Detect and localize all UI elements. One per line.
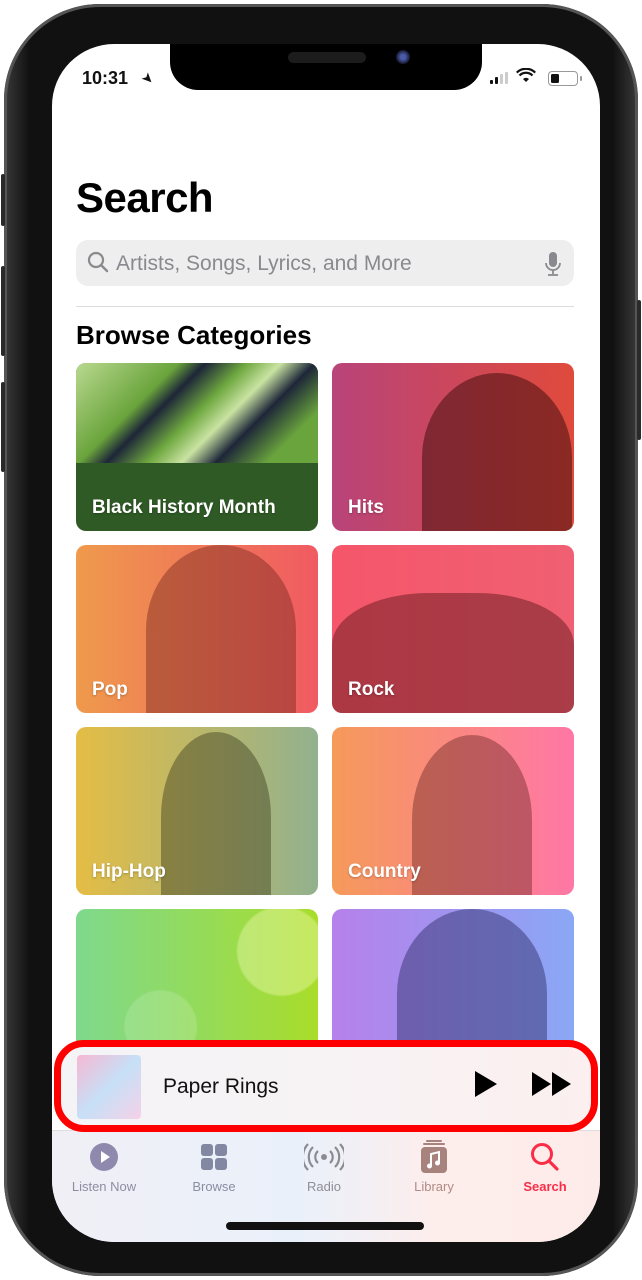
search-icon: [495, 1139, 595, 1175]
play-circle-icon: [54, 1139, 154, 1175]
tab-library[interactable]: Library: [384, 1139, 484, 1194]
category-label: Black History Month: [92, 497, 276, 518]
search-field[interactable]: [76, 240, 574, 288]
category-tile-pop[interactable]: Pop: [76, 545, 318, 713]
home-indicator[interactable]: [226, 1222, 424, 1230]
page-title: Search: [76, 174, 214, 221]
section-title: Browse Categories: [76, 320, 312, 350]
front-camera: [396, 50, 410, 64]
album-artwork: [77, 1055, 141, 1119]
grid-icon: [164, 1139, 264, 1175]
tab-label: Browse: [192, 1179, 236, 1194]
tab-radio[interactable]: Radio: [274, 1139, 374, 1194]
category-label: Rock: [348, 679, 395, 700]
earpiece-speaker: [288, 52, 366, 63]
category-tile-rock[interactable]: Rock: [332, 545, 574, 713]
now-playing-title: Paper Rings: [163, 1075, 279, 1098]
category-tile-hits[interactable]: Hits: [332, 363, 574, 531]
tab-listen-now[interactable]: Listen Now: [54, 1139, 154, 1194]
category-label: Hits: [348, 497, 384, 518]
microphone-icon[interactable]: [544, 251, 562, 282]
tab-label: Listen Now: [71, 1179, 137, 1194]
phone-frame: 10:31 ➤ Search Browse Categorie: [1, 4, 641, 1276]
category-tile-black-history-month[interactable]: Black History Month: [76, 363, 318, 531]
power-button: [637, 300, 641, 440]
cellular-signal-icon: [490, 72, 508, 84]
battery-icon: [548, 71, 582, 86]
category-artwork: [76, 363, 318, 463]
screen: 10:31 ➤ Search Browse Categorie: [52, 44, 600, 1242]
tab-label: Radio: [307, 1179, 341, 1194]
category-label: Country: [348, 861, 421, 882]
search-input[interactable]: [114, 240, 538, 288]
magnifying-glass-icon: [86, 250, 110, 279]
mute-switch: [1, 174, 5, 226]
tab-label: Library: [414, 1179, 454, 1194]
location-arrow-icon: ➤: [138, 68, 159, 88]
category-artwork: [412, 735, 532, 895]
volume-up-button: [1, 266, 5, 356]
category-tile-hip-hop[interactable]: Hip-Hop: [76, 727, 318, 895]
category-tile-country[interactable]: Country: [332, 727, 574, 895]
tab-search[interactable]: Search: [495, 1139, 595, 1194]
category-artwork: [146, 545, 296, 713]
status-time: 10:31: [82, 68, 129, 88]
divider: [76, 306, 574, 307]
volume-down-button: [1, 382, 5, 472]
category-label: Hip-Hop: [92, 861, 166, 882]
radio-waves-icon: [274, 1139, 374, 1175]
mini-player[interactable]: Paper Rings: [54, 1040, 598, 1132]
wifi-icon: [516, 67, 536, 89]
tab-browse[interactable]: Browse: [164, 1139, 264, 1194]
category-artwork: [161, 732, 271, 895]
play-icon[interactable]: [473, 1069, 499, 1104]
notch: [170, 44, 482, 90]
category-grid: Black History Month Hits Pop Rock Hip-Ho…: [76, 363, 574, 1077]
category-label: Pop: [92, 679, 128, 700]
fast-forward-icon[interactable]: [531, 1071, 573, 1102]
category-artwork: [422, 373, 572, 531]
tab-label: Search: [523, 1179, 567, 1194]
music-library-icon: [384, 1139, 484, 1175]
